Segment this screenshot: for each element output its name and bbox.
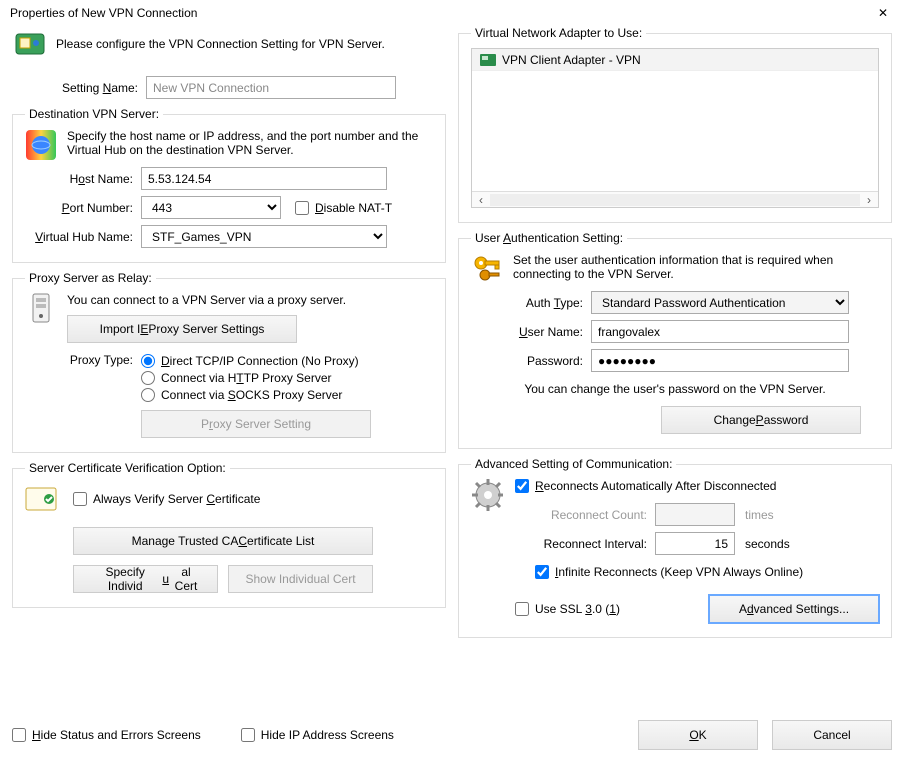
ssl3-checkbox[interactable]: Use SSL 3.0 (1) xyxy=(515,602,620,616)
hub-label: Virtual Hub Name: xyxy=(25,230,141,244)
user-name-input[interactable] xyxy=(591,320,849,343)
proxy-http-radio[interactable]: Connect via HTTP Proxy Server xyxy=(141,371,433,385)
cert-group: Server Certificate Verification Option: … xyxy=(12,461,446,608)
disable-natt-checkbox[interactable]: Disable NAT-T xyxy=(295,201,392,215)
hide-ip-checkbox[interactable]: Hide IP Address Screens xyxy=(241,728,394,742)
port-select[interactable]: 443 xyxy=(141,196,281,219)
proxy-group: Proxy Server as Relay: You can connect t… xyxy=(12,271,446,453)
window-title: Properties of New VPN Connection xyxy=(10,6,197,20)
auth-type-select[interactable]: Standard Password Authentication xyxy=(591,291,849,314)
dest-group: Destination VPN Server: Specify the host… xyxy=(12,107,446,263)
hub-select[interactable]: STF_Games_VPN xyxy=(141,225,387,248)
proxy-type-label: Proxy Type: xyxy=(25,351,141,367)
adapter-group: Virtual Network Adapter to Use: VPN Clie… xyxy=(458,26,892,223)
auth-type-label: Auth Type: xyxy=(471,296,591,310)
auth-desc: Set the user authentication information … xyxy=(513,253,879,281)
manage-ca-button[interactable]: Manage Trusted CA Certificate List xyxy=(73,527,373,555)
advanced-group: Advanced Setting of Communication: Recon… xyxy=(458,457,892,638)
auth-legend: User Authentication Setting: xyxy=(471,231,627,245)
cert-icon xyxy=(25,483,57,515)
advanced-legend: Advanced Setting of Communication: xyxy=(471,457,676,471)
scroll-right-icon[interactable]: › xyxy=(860,193,878,207)
hide-status-checkbox[interactable]: Hide Status and Errors Screens xyxy=(12,728,201,742)
adapter-item-label: VPN Client Adapter - VPN xyxy=(502,53,641,67)
show-cert-button: Show Individual Cert xyxy=(228,565,373,593)
auth-group: User Authentication Setting: Set the use… xyxy=(458,231,892,449)
ok-button[interactable]: OK xyxy=(638,720,758,750)
adapter-legend: Virtual Network Adapter to Use: xyxy=(471,26,646,40)
user-name-label: User Name: xyxy=(471,325,591,339)
proxy-legend: Proxy Server as Relay: xyxy=(25,271,156,285)
change-password-button[interactable]: Change Password xyxy=(661,406,861,434)
host-input[interactable] xyxy=(141,167,387,190)
dest-legend: Destination VPN Server: xyxy=(25,107,163,121)
reconnect-count-input xyxy=(655,503,735,526)
reconnect-count-unit: times xyxy=(745,508,774,522)
host-label: Host Name: xyxy=(25,172,141,186)
cancel-button[interactable]: Cancel xyxy=(772,720,892,750)
advanced-settings-button[interactable]: Advanced Settings... xyxy=(709,595,879,623)
close-icon[interactable]: ✕ xyxy=(872,6,894,20)
intro-text: Please configure the VPN Connection Sett… xyxy=(56,37,385,51)
specify-cert-button[interactable]: Specify Individual Cert xyxy=(73,565,218,593)
password-hint: You can change the user's password on th… xyxy=(471,382,879,396)
import-ie-button[interactable]: Import IE Proxy Server Settings xyxy=(67,315,297,343)
reconnect-interval-unit: seconds xyxy=(745,537,790,551)
infinite-reconnect-checkbox[interactable]: Infinite Reconnects (Keep VPN Always Onl… xyxy=(535,565,879,579)
cert-legend: Server Certificate Verification Option: xyxy=(25,461,230,475)
nic-icon xyxy=(480,54,496,66)
proxy-direct-radio[interactable]: Direct TCP/IP Connection (No Proxy) xyxy=(141,354,433,368)
globe-icon xyxy=(25,129,57,161)
proxy-socks-radio[interactable]: Connect via SOCKS Proxy Server xyxy=(141,388,433,402)
proxy-desc: You can connect to a VPN Server via a pr… xyxy=(67,293,433,307)
adapter-list-item[interactable]: VPN Client Adapter - VPN xyxy=(472,49,878,71)
key-icon xyxy=(471,253,503,285)
reconnect-count-label: Reconnect Count: xyxy=(515,508,655,522)
setting-name-input[interactable] xyxy=(146,76,396,99)
always-verify-checkbox[interactable]: Always Verify Server Certificate xyxy=(73,492,260,506)
gear-icon xyxy=(471,479,503,511)
password-label: Password: xyxy=(471,354,591,368)
scroll-left-icon[interactable]: ‹ xyxy=(472,193,490,207)
adapter-list[interactable]: VPN Client Adapter - VPN ‹ › xyxy=(471,48,879,208)
proxy-setting-button: Proxy Server Setting xyxy=(141,410,371,438)
reconnect-interval-input[interactable] xyxy=(655,532,735,555)
setting-name-label: Setting Name: xyxy=(50,81,146,95)
app-icon xyxy=(14,28,46,60)
reconnect-interval-label: Reconnect Interval: xyxy=(515,537,655,551)
tower-icon xyxy=(25,293,57,325)
password-input[interactable] xyxy=(591,349,849,372)
port-label: Port Number: xyxy=(25,201,141,215)
dest-desc: Specify the host name or IP address, and… xyxy=(67,129,433,157)
adapter-scrollbar[interactable]: ‹ › xyxy=(472,191,878,207)
auto-reconnect-checkbox[interactable]: Reconnects Automatically After Disconnec… xyxy=(515,479,879,493)
